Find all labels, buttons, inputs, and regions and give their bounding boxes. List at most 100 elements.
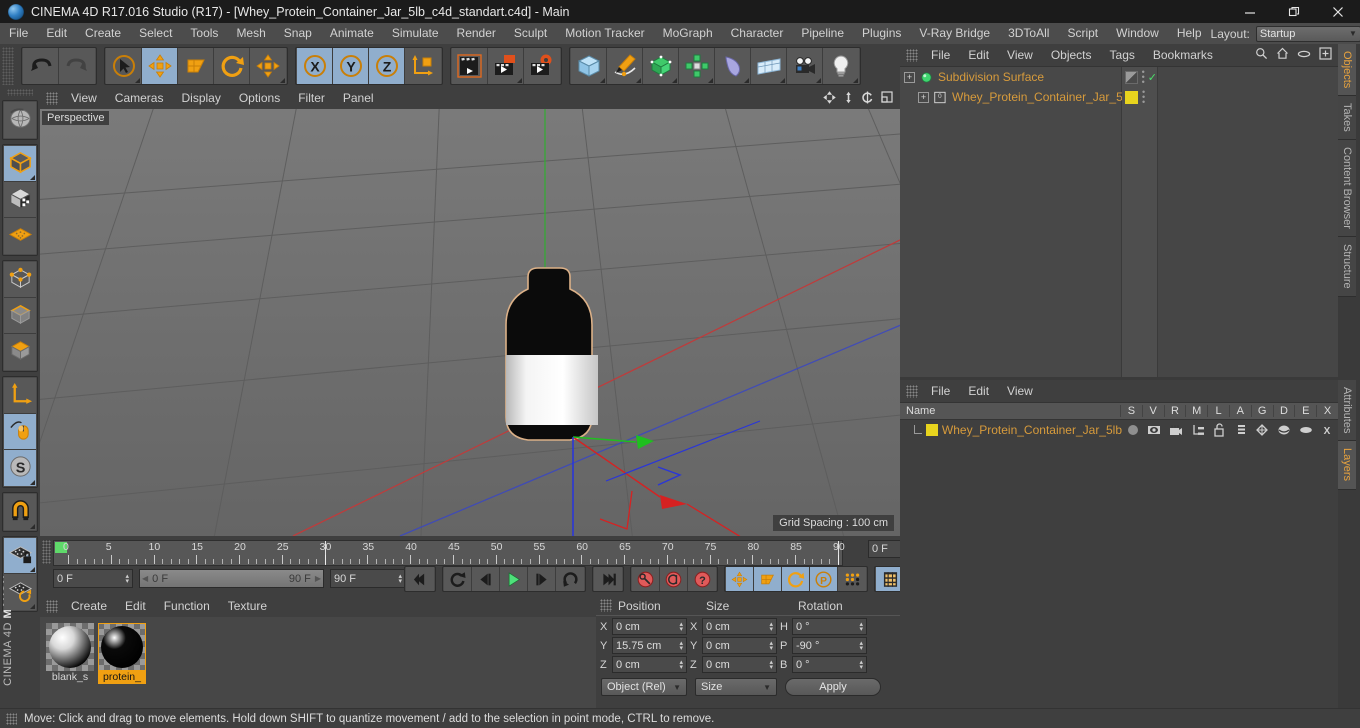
size-y-field[interactable]: 0 cm ▴ ▾ xyxy=(702,637,777,654)
minimize-button[interactable] xyxy=(1228,0,1272,23)
layer-menu-edit[interactable]: Edit xyxy=(959,380,998,402)
layer-menu-file[interactable]: File xyxy=(922,380,959,402)
loop-button[interactable] xyxy=(444,567,472,591)
viewport-menu-panel[interactable]: Panel xyxy=(334,88,383,109)
menu-item-sculpt[interactable]: Sculpt xyxy=(505,23,556,44)
spinner-icon[interactable]: ▴▾ xyxy=(679,659,683,671)
menu-item-edit[interactable]: Edit xyxy=(37,23,76,44)
viewport-menu-display[interactable]: Display xyxy=(172,88,229,109)
generator-button[interactable] xyxy=(643,48,679,84)
menu-item-plugins[interactable]: Plugins xyxy=(853,23,910,44)
layer-column-e[interactable]: E xyxy=(1294,405,1316,417)
workplane-mode-button[interactable] xyxy=(4,218,36,254)
layer-toggle-l[interactable] xyxy=(1208,422,1230,437)
timeline-grip[interactable] xyxy=(42,540,51,564)
workplane-rotate-button[interactable] xyxy=(4,574,36,610)
points-mode-button[interactable] xyxy=(4,262,36,298)
layer-name-cell[interactable]: Whey_Protein_Container_Jar_5lb xyxy=(900,423,1122,437)
material-grip[interactable] xyxy=(46,600,58,613)
expand-toggle-icon[interactable]: + xyxy=(904,71,915,83)
submenu-corner-icon[interactable] xyxy=(853,78,858,83)
viewport-menu-options[interactable]: Options xyxy=(230,88,289,109)
coord-mode-dropdown[interactable]: Object (Rel) ▼ xyxy=(601,678,687,696)
menu-item-snap[interactable]: Snap xyxy=(275,23,321,44)
layer-column-s[interactable]: S xyxy=(1119,405,1142,417)
submenu-corner-icon[interactable] xyxy=(135,78,140,83)
key-scale-button[interactable] xyxy=(754,567,782,591)
object-name[interactable]: Whey_Protein_Container_Jar_5lb xyxy=(952,90,1132,104)
layer-column-r[interactable]: R xyxy=(1163,405,1186,417)
render-view-button[interactable] xyxy=(452,48,488,84)
edges-mode-button[interactable] xyxy=(4,298,36,334)
menu-item-motion-tracker[interactable]: Motion Tracker xyxy=(556,23,653,44)
live-selection-button[interactable] xyxy=(106,48,142,84)
layer-column-a[interactable]: A xyxy=(1228,405,1251,417)
object-menu-view[interactable]: View xyxy=(998,44,1042,66)
deformer-button[interactable] xyxy=(715,48,751,84)
scale-tool-button[interactable] xyxy=(178,48,214,84)
submenu-corner-icon[interactable] xyxy=(30,524,35,529)
rotation-b-field[interactable]: 0 ° ▴ ▾ xyxy=(792,656,867,673)
material-menu-create[interactable]: Create xyxy=(62,596,116,617)
soft-selection-button[interactable]: S xyxy=(4,450,36,486)
workplane-lock-button[interactable] xyxy=(4,538,36,574)
layer-column-d[interactable]: D xyxy=(1272,405,1295,417)
menu-item-v-ray-bridge[interactable]: V-Ray Bridge xyxy=(910,23,999,44)
left-toolbar-grip[interactable] xyxy=(7,89,33,96)
submenu-corner-icon[interactable] xyxy=(30,567,35,572)
spinner-icon[interactable]: ▴▾ xyxy=(679,640,683,652)
layer-row[interactable]: Whey_Protein_Container_Jar_5lb X xyxy=(900,420,1338,439)
submenu-corner-icon[interactable] xyxy=(816,78,821,83)
spinner-icon[interactable]: ▴▾ xyxy=(769,640,773,652)
enable-axis-button[interactable] xyxy=(4,414,36,450)
layer-toggle-d[interactable] xyxy=(1273,423,1295,437)
menu-item-select[interactable]: Select xyxy=(130,23,181,44)
object-tree-row[interactable]: +0 Whey_Protein_Container_Jar_5lb xyxy=(900,87,1132,107)
status-grip[interactable] xyxy=(6,712,17,725)
axis-modify-button[interactable] xyxy=(4,378,36,414)
rotate-view-icon[interactable] xyxy=(861,91,874,107)
new-layer-icon[interactable] xyxy=(1319,47,1332,63)
cube-primitive-button[interactable] xyxy=(571,48,607,84)
material-menu-edit[interactable]: Edit xyxy=(116,596,155,617)
spinner-icon[interactable]: ▴▾ xyxy=(859,659,863,671)
material-tag-swatch[interactable] xyxy=(1125,90,1138,104)
ellipse-icon[interactable] xyxy=(1297,48,1311,62)
viewport-grip[interactable] xyxy=(46,92,58,105)
pan-view-icon[interactable] xyxy=(823,90,836,107)
vtab-objects[interactable]: Objects xyxy=(1338,44,1356,97)
menu-item-script[interactable]: Script xyxy=(1058,23,1107,44)
layer-grip[interactable] xyxy=(906,384,918,398)
object-tag-row[interactable]: • • • ✓ xyxy=(1122,67,1157,87)
light-button[interactable] xyxy=(823,48,859,84)
material-menu-texture[interactable]: Texture xyxy=(219,596,276,617)
object-name[interactable]: Subdivision Surface xyxy=(938,70,1044,84)
submenu-corner-icon[interactable] xyxy=(744,78,749,83)
menu-item-mograph[interactable]: MoGraph xyxy=(654,23,722,44)
layer-toggle-e[interactable] xyxy=(1295,423,1317,437)
layer-toggle-g[interactable] xyxy=(1252,423,1274,437)
layer-toggle-v[interactable] xyxy=(1144,423,1166,437)
x-axis-button[interactable]: X xyxy=(297,48,333,84)
submenu-corner-icon[interactable] xyxy=(636,78,641,83)
submenu-corner-icon[interactable] xyxy=(280,78,285,83)
enabled-check-icon[interactable]: ✓ xyxy=(1148,71,1157,84)
vtab-takes[interactable]: Takes xyxy=(1338,96,1356,141)
object-tree-column[interactable]: + Subdivision Surface +0 Whey_Protein_Conta… xyxy=(900,67,1132,377)
zoom-view-icon[interactable] xyxy=(843,91,854,107)
menu-item-file[interactable]: File xyxy=(0,23,37,44)
close-button[interactable] xyxy=(1316,0,1360,23)
layer-menu-view[interactable]: View xyxy=(998,380,1042,402)
object-grip[interactable] xyxy=(906,48,918,62)
key-rotation-button[interactable] xyxy=(782,567,810,591)
layer-toggle-a[interactable] xyxy=(1230,423,1252,437)
vtab-content-browser[interactable]: Content Browser xyxy=(1338,140,1356,237)
undo-button[interactable] xyxy=(23,48,59,84)
model-mode-button[interactable] xyxy=(4,146,36,182)
spinner-icon[interactable]: ▴▾ xyxy=(679,621,683,633)
menu-item-pipeline[interactable]: Pipeline xyxy=(792,23,853,44)
vtab-attributes[interactable]: Attributes xyxy=(1338,380,1356,442)
viewport-menu-view[interactable]: View xyxy=(62,88,106,109)
menu-item-simulate[interactable]: Simulate xyxy=(383,23,448,44)
submenu-corner-icon[interactable] xyxy=(517,78,522,83)
